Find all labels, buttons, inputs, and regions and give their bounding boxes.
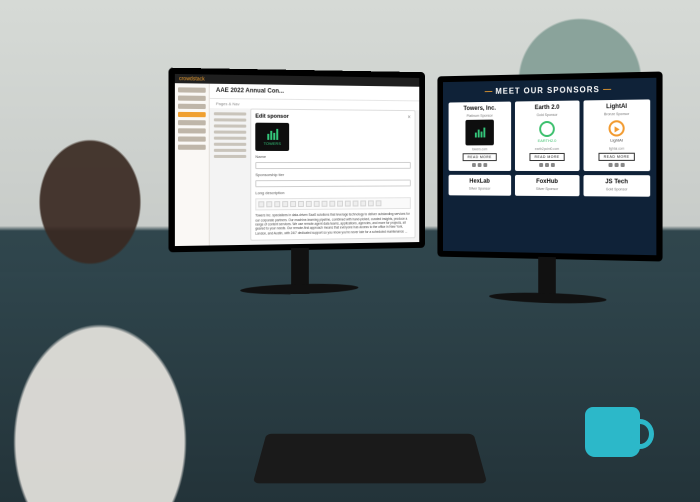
toolbar-code-icon[interactable]	[345, 201, 351, 207]
sponsor-logo-preview[interactable]: TOWERS	[255, 123, 289, 151]
toolbar-strike-icon[interactable]	[282, 202, 288, 208]
sponsor-card-lightai[interactable]: LightAI Bronze Sponsor LightAI lightai.c…	[584, 99, 651, 171]
sponsor-tier: Gold Sponsor	[606, 187, 628, 191]
sponsor-card-hexlab[interactable]: HexLab Silver Sponsor	[449, 175, 512, 196]
sponsor-tier: Platinum Sponsor	[467, 114, 493, 118]
sponsor-card-foxhub[interactable]: FoxHub Silver Sponsor	[515, 175, 580, 196]
toolbar-align-center-icon[interactable]	[298, 201, 304, 207]
sponsor-name: LightAI	[606, 104, 627, 110]
name-input[interactable]	[255, 162, 410, 169]
social-icons	[609, 163, 625, 167]
toolbar-numlist-icon[interactable]	[322, 201, 328, 207]
linkedin-icon[interactable]	[621, 163, 625, 167]
sponsor-url: lightai.com	[609, 147, 624, 151]
facebook-icon[interactable]	[539, 163, 543, 167]
toolbar-align-right-icon[interactable]	[306, 201, 312, 207]
desc-label: Long description	[255, 190, 410, 196]
lightai-logo-icon: LightAI	[601, 118, 631, 145]
description-editor[interactable]: Towers Inc. specializes in data-driven S…	[255, 212, 410, 235]
sponsor-card-earth[interactable]: Earth 2.0 Gold Sponsor EARTH2.0 earth2po…	[515, 100, 580, 171]
close-icon[interactable]: ×	[407, 115, 410, 121]
read-more-button[interactable]: READ MORE	[599, 153, 635, 161]
sponsors-page: — MEET OUR SPONSORS — Towers, Inc. Plati…	[443, 78, 656, 203]
keyboard	[253, 434, 488, 484]
linkedin-icon[interactable]	[551, 163, 555, 167]
social-icons	[539, 163, 555, 167]
toolbar-image-icon[interactable]	[337, 201, 343, 207]
coffee-mug	[585, 407, 640, 457]
sponsor-url: towers.com	[472, 147, 487, 151]
name-label: Name	[255, 154, 410, 159]
sponsor-url: earth2point0.com	[535, 147, 559, 151]
sponsor-name: Earth 2.0	[535, 105, 560, 111]
toolbar-bold-icon[interactable]	[258, 202, 264, 208]
twitter-icon[interactable]	[545, 163, 549, 167]
sponsors-heading: — MEET OUR SPONSORS —	[449, 84, 651, 97]
sponsor-logo-text: TOWERS	[264, 141, 281, 146]
facebook-icon[interactable]	[609, 163, 613, 167]
tier-label: Sponsorship tier	[255, 172, 410, 177]
sponsor-name: Towers, Inc.	[463, 106, 495, 112]
edit-sponsor-modal: Edit sponsor × TOWERS Name Sponsorship t…	[250, 109, 415, 241]
read-more-button[interactable]: READ MORE	[463, 153, 497, 161]
towers-logo-icon	[465, 120, 493, 146]
tier-input[interactable]	[255, 180, 410, 188]
sponsor-tier: Gold Sponsor	[537, 113, 558, 117]
toolbar-quote-icon[interactable]	[353, 201, 359, 207]
toolbar-more-icon[interactable]	[376, 201, 382, 207]
toolbar-undo-icon[interactable]	[360, 201, 366, 207]
sponsor-tier: Silver Sponsor	[469, 187, 491, 191]
sponsor-tier: Bronze Sponsor	[604, 112, 629, 116]
modal-title: Edit sponsor	[255, 114, 288, 120]
sponsor-name: HexLab	[469, 179, 490, 185]
twitter-icon[interactable]	[615, 163, 619, 167]
toolbar-redo-icon[interactable]	[368, 201, 374, 207]
sponsor-card-towers[interactable]: Towers, Inc. Platinum Sponsor towers.com…	[449, 102, 512, 171]
monitor-right: — MEET OUR SPONSORS — Towers, Inc. Plati…	[437, 71, 662, 261]
richtext-toolbar	[255, 198, 410, 211]
toolbar-underline-icon[interactable]	[274, 202, 280, 208]
person-silhouette	[0, 82, 240, 502]
read-more-button[interactable]: READ MORE	[530, 153, 565, 161]
social-icons	[472, 163, 487, 167]
twitter-icon[interactable]	[478, 163, 482, 167]
toolbar-link-icon[interactable]	[329, 201, 335, 207]
toolbar-italic-icon[interactable]	[266, 202, 272, 208]
sponsor-name: JS Tech	[605, 179, 628, 185]
earth-logo-icon: EARTH2.0	[532, 119, 561, 145]
linkedin-icon[interactable]	[483, 163, 487, 167]
sponsor-card-jstech[interactable]: JS Tech Gold Sponsor	[584, 175, 651, 197]
sponsor-tier: Silver Sponsor	[536, 187, 558, 191]
toolbar-list-icon[interactable]	[314, 201, 320, 207]
facebook-icon[interactable]	[472, 163, 476, 167]
sponsor-name: FoxHub	[536, 179, 558, 185]
toolbar-align-left-icon[interactable]	[290, 201, 296, 207]
